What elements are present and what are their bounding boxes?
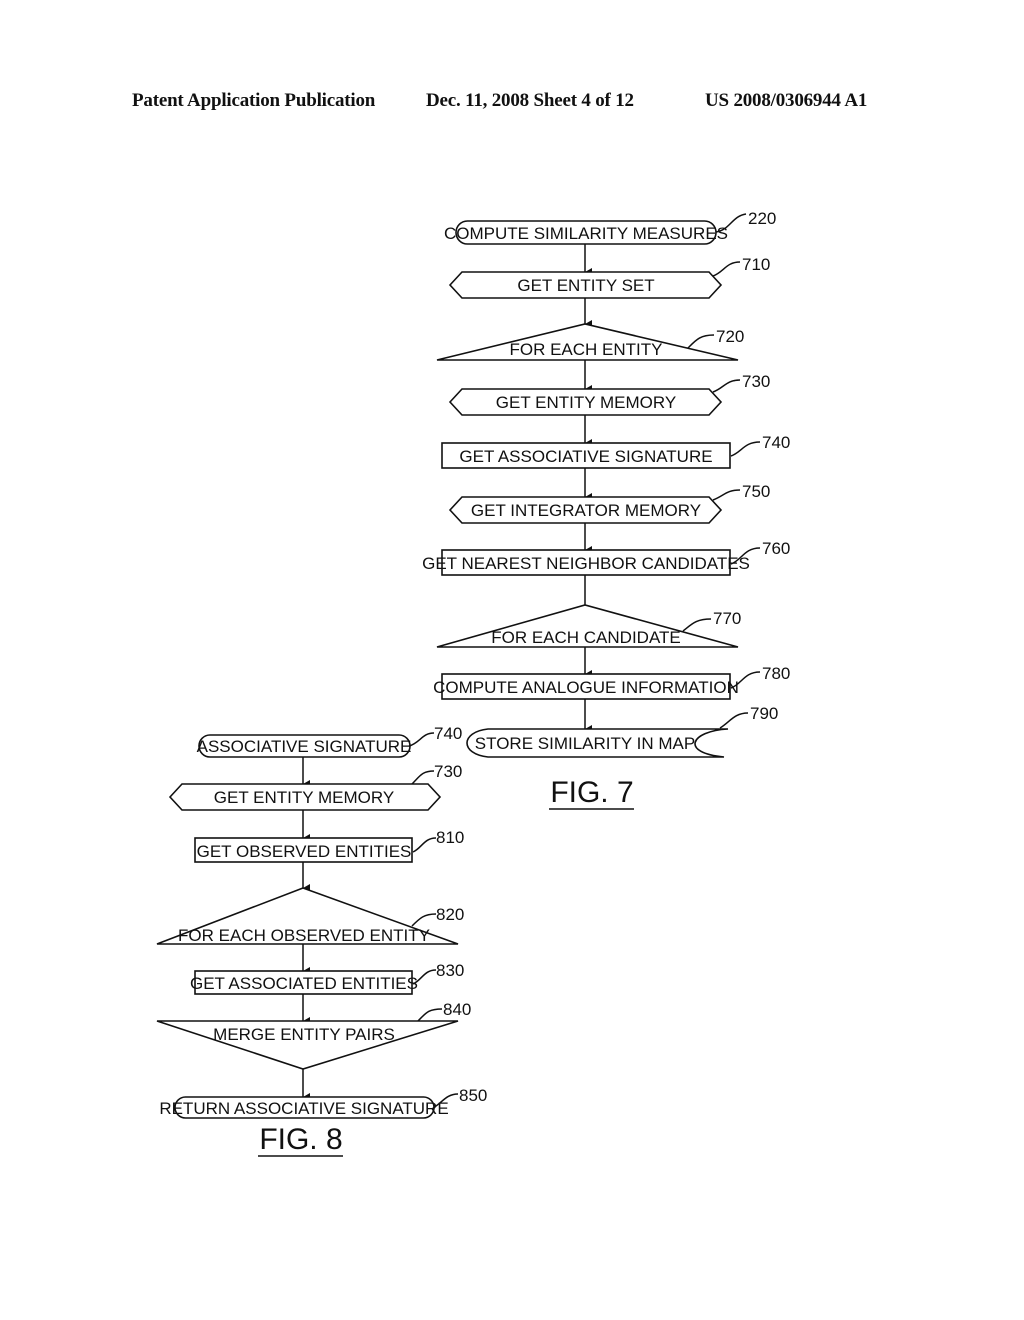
ref-number: 760 bbox=[762, 539, 790, 558]
node-label: GET NEAREST NEIGHBOR CANDIDATES bbox=[422, 554, 750, 573]
flowchart-canvas: COMPUTE SIMILARITY MEASURES 220 GET ENTI… bbox=[156, 209, 790, 1157]
fig7-node-770: FOR EACH CANDIDATE 770 bbox=[436, 604, 741, 648]
ref-leader bbox=[712, 261, 741, 277]
node-label: GET ENTITY MEMORY bbox=[214, 788, 394, 807]
ref-number: 810 bbox=[436, 828, 464, 847]
node-label: RETURN ASSOCIATIVE SIGNATURE bbox=[159, 1099, 448, 1118]
ref-leader bbox=[687, 334, 715, 349]
node-label: GET ENTITY MEMORY bbox=[496, 393, 676, 412]
fig8-diagram: ASSOCIATIVE SIGNATURE 740 GET ENTITY MEM… bbox=[156, 724, 487, 1157]
fig8-node-730: GET ENTITY MEMORY 730 bbox=[168, 762, 462, 811]
fig8-node-740: ASSOCIATIVE SIGNATURE 740 bbox=[197, 724, 462, 758]
fig7-node-760: GET NEAREST NEIGHBOR CANDIDATES 760 bbox=[422, 539, 790, 576]
fig8-node-810: GET OBSERVED ENTITIES 810 bbox=[194, 828, 464, 863]
node-label: GET ASSOCIATIVE SIGNATURE bbox=[459, 447, 712, 466]
ref-number: 780 bbox=[762, 664, 790, 683]
node-label: STORE SIMILARITY IN MAP bbox=[475, 734, 695, 753]
fig8-node-830: GET ASSOCIATED ENTITIES 830 bbox=[190, 961, 464, 995]
node-label: GET OBSERVED ENTITIES bbox=[197, 842, 412, 861]
fig7-node-750: GET INTEGRATOR MEMORY 750 bbox=[448, 482, 770, 524]
node-label: MERGE ENTITY PAIRS bbox=[213, 1025, 395, 1044]
fig7-node-220: COMPUTE SIMILARITY MEASURES 220 bbox=[444, 209, 776, 245]
node-label: FOR EACH OBSERVED ENTITY bbox=[178, 926, 430, 945]
ref-number: 790 bbox=[750, 704, 778, 723]
node-label: GET ASSOCIATED ENTITIES bbox=[190, 974, 418, 993]
fig7-node-780: COMPUTE ANALOGUE INFORMATION 780 bbox=[433, 664, 790, 700]
ref-leader bbox=[411, 913, 437, 927]
ref-number: 770 bbox=[713, 609, 741, 628]
node-label: FOR EACH ENTITY bbox=[509, 340, 662, 359]
ref-number: 830 bbox=[436, 961, 464, 980]
ref-number: 730 bbox=[742, 372, 770, 391]
ref-leader bbox=[712, 489, 741, 501]
ref-number: 850 bbox=[459, 1086, 487, 1105]
fig7-node-710: GET ENTITY SET 710 bbox=[448, 255, 770, 299]
ref-leader bbox=[411, 770, 435, 785]
ref-leader bbox=[412, 837, 437, 853]
fig7-node-730: GET ENTITY MEMORY 730 bbox=[448, 372, 770, 416]
ref-leader bbox=[417, 1008, 443, 1022]
fig7-node-790: STORE SIMILARITY IN MAP 790 bbox=[466, 704, 778, 758]
ref-number: 740 bbox=[434, 724, 462, 743]
fig7-diagram: COMPUTE SIMILARITY MEASURES 220 GET ENTI… bbox=[422, 209, 790, 810]
ref-number: 710 bbox=[742, 255, 770, 274]
fig7-node-740: GET ASSOCIATIVE SIGNATURE 740 bbox=[441, 433, 790, 469]
fig8-node-840: MERGE ENTITY PAIRS 840 bbox=[156, 1000, 471, 1070]
fig8-node-850: RETURN ASSOCIATIVE SIGNATURE 850 bbox=[159, 1086, 487, 1119]
node-label: FOR EACH CANDIDATE bbox=[491, 628, 681, 647]
fig7-caption: FIG. 7 bbox=[550, 776, 633, 809]
ref-number: 740 bbox=[762, 433, 790, 452]
fig8-caption: FIG. 8 bbox=[259, 1123, 342, 1156]
ref-number: 840 bbox=[443, 1000, 471, 1019]
fig7-node-720: FOR EACH ENTITY 720 bbox=[436, 323, 744, 361]
fig8-node-820: FOR EACH OBSERVED ENTITY 820 bbox=[156, 887, 464, 945]
ref-leader bbox=[719, 712, 749, 729]
ref-leader bbox=[408, 732, 435, 747]
ref-number: 750 bbox=[742, 482, 770, 501]
ref-number: 820 bbox=[436, 905, 464, 924]
ref-number: 730 bbox=[434, 762, 462, 781]
node-label: ASSOCIATIVE SIGNATURE bbox=[197, 737, 412, 756]
ref-leader bbox=[712, 379, 741, 393]
node-label: COMPUTE ANALOGUE INFORMATION bbox=[433, 678, 739, 697]
ref-leader bbox=[682, 618, 712, 632]
ref-number: 220 bbox=[748, 209, 776, 228]
ref-number: 720 bbox=[716, 327, 744, 346]
node-label: GET ENTITY SET bbox=[517, 276, 654, 295]
ref-leader bbox=[730, 441, 761, 457]
node-label: GET INTEGRATOR MEMORY bbox=[471, 501, 701, 520]
node-label: COMPUTE SIMILARITY MEASURES bbox=[444, 224, 728, 243]
